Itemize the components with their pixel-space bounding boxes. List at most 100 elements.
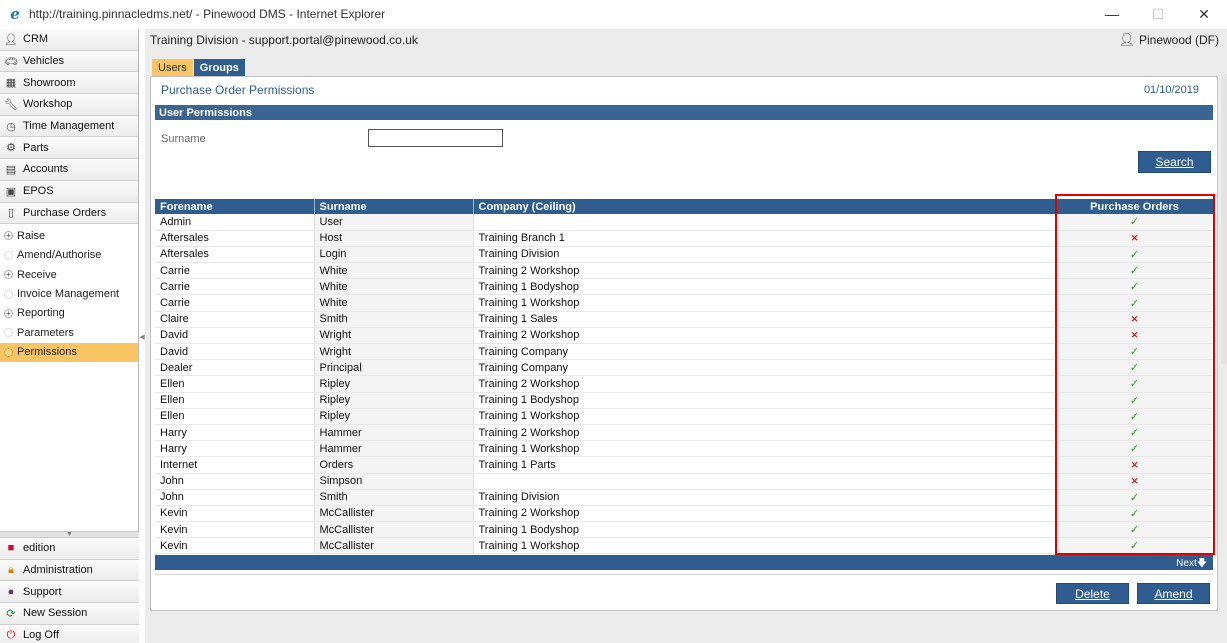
column-header-company[interactable]: Company (Ceiling) bbox=[473, 199, 1057, 214]
cell-forename: John bbox=[155, 473, 315, 490]
table-row[interactable]: Admin User ✓ bbox=[155, 214, 1214, 231]
column-header-purchase-orders[interactable]: Purchase Orders bbox=[1056, 199, 1214, 214]
scrollbar[interactable] bbox=[1221, 74, 1227, 364]
table-row[interactable]: Dealer Principal Training Company ✓ bbox=[155, 359, 1214, 377]
submenu-item-receive[interactable]: + Receive bbox=[0, 265, 138, 284]
table-row[interactable]: Harry Hammer Training 2 Workshop ✓ bbox=[155, 424, 1214, 442]
sidebar-item-administration[interactable]: 🔒︎ Administration bbox=[0, 559, 139, 582]
column-header-forename[interactable]: Forename bbox=[155, 199, 315, 214]
cell-company: Training Company bbox=[473, 343, 1057, 361]
sidebar-item-accounts[interactable]: ▤︎ Accounts bbox=[0, 159, 138, 181]
cross-icon: ✕ bbox=[1130, 330, 1139, 341]
cell-purchase-orders[interactable]: ✕ bbox=[1056, 311, 1214, 328]
tab-users[interactable]: Users bbox=[152, 59, 193, 76]
chevron-left-icon: ◀ bbox=[139, 334, 145, 341]
cell-purchase-orders[interactable]: ✓ bbox=[1056, 262, 1214, 280]
close-button[interactable]: ✕ bbox=[1181, 0, 1227, 28]
cell-purchase-orders[interactable]: ✓ bbox=[1056, 440, 1214, 458]
table-row[interactable]: Ellen Ripley Training 1 Workshop ✓ bbox=[155, 408, 1214, 425]
cell-surname: White bbox=[314, 262, 474, 280]
cell-surname: McCallister bbox=[314, 521, 474, 539]
sidebar-item-parts[interactable]: ⚙︎ Parts bbox=[0, 137, 138, 160]
table-row[interactable]: David Wright Training Company ✓ bbox=[155, 343, 1214, 361]
cell-purchase-orders[interactable]: ✓ bbox=[1056, 392, 1214, 409]
cell-purchase-orders[interactable]: ✕ bbox=[1056, 327, 1214, 345]
submenu-item-parameters[interactable]: Parameters bbox=[0, 323, 138, 342]
submenu-item-invoice-management[interactable]: Invoice Management bbox=[0, 284, 138, 303]
table-row[interactable]: Kevin McCallister Training 2 Workshop ✓ bbox=[155, 505, 1214, 523]
cell-purchase-orders[interactable]: ✓ bbox=[1056, 375, 1214, 393]
table-row[interactable]: Internet Orders Training 1 Parts ✕ bbox=[155, 456, 1214, 474]
sidebar-splitter[interactable]: ▼ bbox=[0, 531, 139, 538]
tab-groups[interactable]: Groups bbox=[193, 59, 245, 76]
cell-purchase-orders[interactable]: ✓ bbox=[1056, 343, 1214, 361]
user-area[interactable]: 👤︎ Pinewood (DF) bbox=[1118, 29, 1219, 51]
cell-purchase-orders[interactable]: ✓ bbox=[1056, 359, 1214, 377]
cross-icon: ✕ bbox=[1130, 459, 1139, 470]
sidebar-item-workshop[interactable]: 🔧︎ Workshop bbox=[0, 94, 138, 116]
delete-button[interactable]: Delete bbox=[1056, 583, 1129, 604]
sidebar-item-support[interactable]: ●︎ Support bbox=[0, 581, 139, 604]
search-button[interactable]: Search bbox=[1138, 151, 1211, 173]
cell-purchase-orders[interactable]: ✕ bbox=[1056, 230, 1214, 247]
sidebar-item-log-off[interactable]: ⏻︎ Log Off bbox=[0, 624, 139, 643]
table-row[interactable]: David Wright Training 2 Workshop ✕ bbox=[155, 327, 1214, 345]
submenu-item-label: Receive bbox=[17, 268, 57, 281]
cell-surname: White bbox=[314, 294, 474, 312]
cell-purchase-orders[interactable]: ✓ bbox=[1056, 278, 1214, 296]
cell-purchase-orders[interactable]: ✓ bbox=[1056, 505, 1214, 523]
table-row[interactable]: Carrie White Training 1 Workshop ✓ bbox=[155, 294, 1214, 312]
maximize-button[interactable]: ☐ bbox=[1135, 0, 1181, 28]
table-row[interactable]: John Simpson ✕ bbox=[155, 473, 1214, 490]
cell-purchase-orders[interactable]: ✓ bbox=[1056, 521, 1214, 539]
table-row[interactable]: Aftersales Host Training Branch 1 ✕ bbox=[155, 230, 1214, 247]
cell-purchase-orders[interactable]: ✕ bbox=[1056, 456, 1214, 474]
table-row[interactable]: Ellen Ripley Training 1 Bodyshop ✓ bbox=[155, 392, 1214, 409]
sidebar-item-purchase-orders[interactable]: ▯︎ Purchase Orders bbox=[0, 202, 138, 225]
submenu-item-amend-authorise[interactable]: Amend/Authorise bbox=[0, 246, 138, 265]
cell-forename: Ellen bbox=[155, 408, 315, 425]
window-controls: — ☐ ✕ bbox=[1089, 0, 1227, 28]
table-row[interactable]: Kevin McCallister Training 1 Workshop ✓ bbox=[155, 537, 1214, 555]
table-row[interactable]: Carrie White Training 1 Bodyshop ✓ bbox=[155, 278, 1214, 296]
cell-purchase-orders[interactable]: ✓ bbox=[1056, 214, 1214, 231]
sidebar-item-epos[interactable]: ▣︎ EPOS bbox=[0, 180, 138, 203]
sidebar-item-vehicles[interactable]: 🚗︎ Vehicles bbox=[0, 50, 138, 73]
sidebar-item-new-session[interactable]: ⟳︎ New Session bbox=[0, 603, 139, 625]
table-row[interactable]: Harry Hammer Training 1 Workshop ✓ bbox=[155, 440, 1214, 458]
cell-surname: Ripley bbox=[314, 392, 474, 409]
cell-company: Training 1 Workshop bbox=[473, 294, 1057, 312]
submenu-item-permissions[interactable]: Permissions bbox=[0, 342, 138, 362]
submenu-item-label: Raise bbox=[17, 229, 46, 242]
table-row[interactable]: Aftersales Login Training Division ✓ bbox=[155, 246, 1214, 264]
cell-purchase-orders[interactable]: ✓ bbox=[1056, 246, 1214, 264]
minimize-button[interactable]: — bbox=[1089, 0, 1135, 28]
submenu-item-raise[interactable]: + Raise bbox=[0, 226, 138, 245]
cell-purchase-orders[interactable]: ✓ bbox=[1056, 424, 1214, 442]
cell-purchase-orders[interactable]: ✓ bbox=[1056, 294, 1214, 312]
column-header-surname[interactable]: Surname bbox=[314, 199, 474, 214]
cell-purchase-orders[interactable]: ✓ bbox=[1056, 489, 1214, 506]
cell-surname: Wright bbox=[314, 327, 474, 345]
next-page-link[interactable]: Next🡇︎ bbox=[1176, 556, 1207, 573]
sidebar-item-crm[interactable]: 👤︎ CRM bbox=[0, 29, 138, 51]
sidebar-item-edition[interactable]: ■︎ edition bbox=[0, 538, 139, 560]
cell-purchase-orders[interactable]: ✓ bbox=[1056, 537, 1214, 555]
cell-forename: Admin bbox=[155, 214, 315, 231]
cell-company: Training 1 Bodyshop bbox=[473, 392, 1057, 409]
sidebar-item-time-management[interactable]: ◷︎ Time Management bbox=[0, 115, 138, 138]
submenu-item-reporting[interactable]: + Reporting bbox=[0, 304, 138, 323]
sidebar-item-label: Time Management bbox=[23, 120, 115, 133]
table-row[interactable]: Ellen Ripley Training 2 Workshop ✓ bbox=[155, 375, 1214, 393]
refresh-icon: ⟳︎ bbox=[6, 607, 16, 620]
check-icon: ✓ bbox=[1129, 394, 1140, 407]
table-row[interactable]: Carrie White Training 2 Workshop ✓ bbox=[155, 262, 1214, 280]
table-row[interactable]: Kevin McCallister Training 1 Bodyshop ✓ bbox=[155, 521, 1214, 539]
amend-button[interactable]: Amend bbox=[1137, 583, 1210, 604]
table-row[interactable]: John Smith Training Division ✓ bbox=[155, 489, 1214, 506]
table-row[interactable]: Claire Smith Training 1 Sales ✕ bbox=[155, 311, 1214, 328]
cell-purchase-orders[interactable]: ✓ bbox=[1056, 408, 1214, 425]
surname-input[interactable] bbox=[368, 129, 503, 147]
cell-purchase-orders[interactable]: ✕ bbox=[1056, 473, 1214, 490]
sidebar-item-showroom[interactable]: ▦︎ Showroom bbox=[0, 72, 138, 95]
